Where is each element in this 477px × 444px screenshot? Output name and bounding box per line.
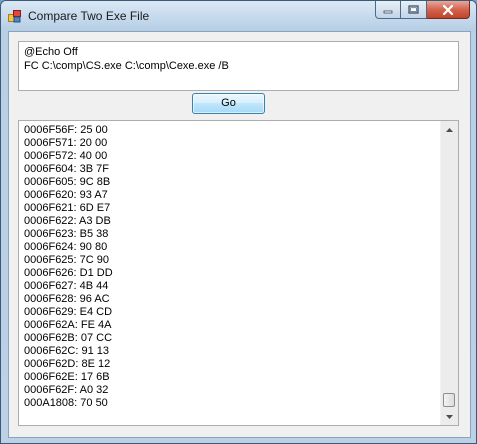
output-line: 0006F622: A3 DB xyxy=(24,215,111,227)
output-line: 0006F62D: 8E 12 xyxy=(24,358,111,370)
title-bar[interactable]: Compare Two Exe File xyxy=(1,1,476,31)
command-line-2: FC C:\comp\CS.exe C:\comp\Cexe.exe /B xyxy=(24,60,229,72)
output-line: 0006F605: 9C 8B xyxy=(24,176,111,188)
client-area: @Echo Off FC C:\comp\CS.exe C:\comp\Cexe.… xyxy=(8,31,471,438)
scroll-down-arrow-icon xyxy=(446,414,453,419)
app-window-icon xyxy=(8,10,21,23)
maximize-icon xyxy=(408,5,419,14)
command-textbox[interactable]: @Echo Off FC C:\comp\CS.exe C:\comp\Cexe.… xyxy=(18,41,459,91)
vertical-scrollbar[interactable] xyxy=(440,121,458,425)
output-line: 0006F624: 90 80 xyxy=(24,241,108,253)
maximize-button[interactable] xyxy=(401,1,427,19)
output-line: 0006F62A: FE 4A xyxy=(24,319,112,331)
caption-buttons xyxy=(375,1,470,21)
scroll-thumb[interactable] xyxy=(443,393,455,407)
main-window: Compare Two Exe File @Echo OffFC C:\com xyxy=(0,0,477,444)
output-line: 0006F62F: A0 32 xyxy=(24,384,109,396)
output-line: 0006F62B: 07 CC xyxy=(24,332,113,344)
output-line: 0006F62C: 91 13 xyxy=(24,345,110,357)
scroll-down-button[interactable] xyxy=(441,408,458,425)
output-lines: 0006F56F: 25 00 0006F571: 20 00 0006F572… xyxy=(24,124,439,410)
output-line: 0006F629: E4 CD xyxy=(24,306,113,318)
output-line: 0006F571: 20 00 xyxy=(24,137,108,149)
go-button[interactable]: Go xyxy=(192,93,265,114)
close-button[interactable] xyxy=(427,1,470,19)
output-line: 000A1808: 70 50 xyxy=(24,397,108,409)
output-listbox[interactable]: 0006F56F: 25 00 0006F571: 20 00 0006F572… xyxy=(18,120,459,426)
window-title: Compare Two Exe File xyxy=(28,9,150,23)
output-line: 0006F572: 40 00 xyxy=(24,150,108,162)
scroll-up-button[interactable] xyxy=(441,121,458,138)
command-line-1: @Echo Off xyxy=(24,46,78,58)
minimize-icon xyxy=(383,10,393,13)
output-line: 0006F623: B5 38 xyxy=(24,228,109,240)
output-line: 0006F62E: 17 6B xyxy=(24,371,110,383)
scroll-up-arrow-icon xyxy=(446,127,453,132)
output-line: 0006F627: 4B 44 xyxy=(24,280,109,292)
close-icon xyxy=(442,4,454,15)
output-line: 0006F628: 96 AC xyxy=(24,293,110,305)
output-line: 0006F56F: 25 00 xyxy=(24,124,108,136)
output-line: 0006F620: 93 A7 xyxy=(24,189,108,201)
output-line: 0006F621: 6D E7 xyxy=(24,202,111,214)
minimize-button[interactable] xyxy=(375,1,401,19)
output-line: 0006F626: D1 DD xyxy=(24,267,113,279)
output-line: 0006F604: 3B 7F xyxy=(24,163,110,175)
output-line: 0006F625: 7C 90 xyxy=(24,254,110,266)
